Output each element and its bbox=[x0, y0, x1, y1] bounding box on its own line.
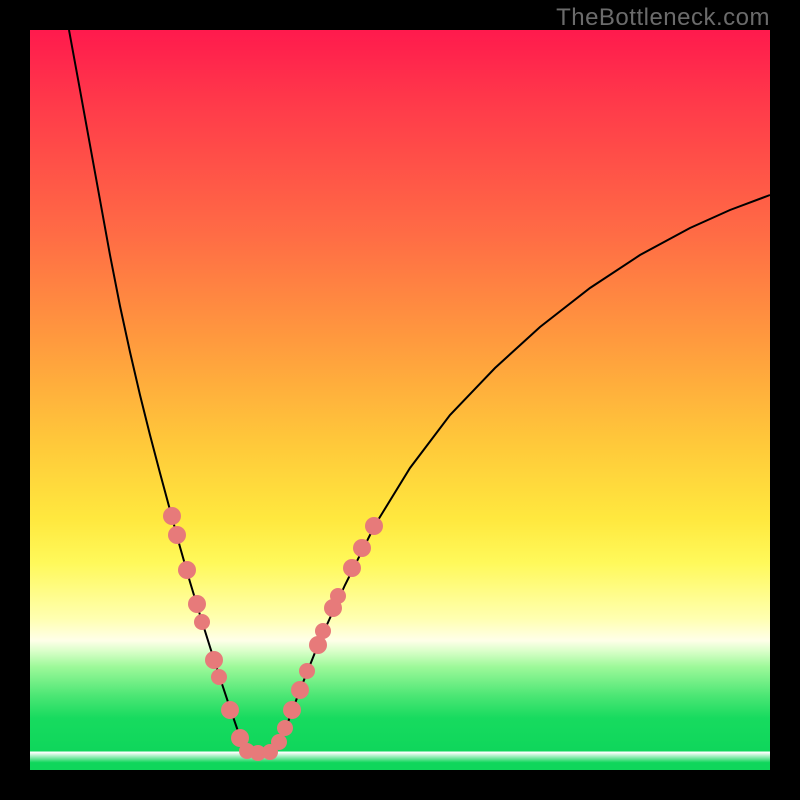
outer-frame: TheBottleneck.com bbox=[0, 0, 800, 800]
bead-right-1 bbox=[277, 720, 293, 736]
bead-right-4 bbox=[299, 663, 315, 679]
bead-left-2 bbox=[178, 561, 196, 579]
curve-right bbox=[275, 195, 770, 751]
bead-right-2 bbox=[283, 701, 301, 719]
bead-right-3 bbox=[291, 681, 309, 699]
bead-right-6 bbox=[315, 623, 331, 639]
bead-left-4 bbox=[194, 614, 210, 630]
chart-svg bbox=[30, 30, 770, 770]
bead-right-10 bbox=[353, 539, 371, 557]
bead-left-6 bbox=[211, 669, 227, 685]
bead-right-0 bbox=[271, 734, 287, 750]
plot-area bbox=[30, 30, 770, 770]
bead-left-1 bbox=[168, 526, 186, 544]
bead-left-0 bbox=[163, 507, 181, 525]
bead-right-9 bbox=[343, 559, 361, 577]
watermark-text: TheBottleneck.com bbox=[556, 4, 770, 32]
bead-left-7 bbox=[221, 701, 239, 719]
bead-right-11 bbox=[365, 517, 383, 535]
bead-right-8 bbox=[330, 588, 346, 604]
bead-left-5 bbox=[205, 651, 223, 669]
bead-group bbox=[163, 507, 383, 761]
bead-left-3 bbox=[188, 595, 206, 613]
curve-left bbox=[69, 30, 245, 751]
